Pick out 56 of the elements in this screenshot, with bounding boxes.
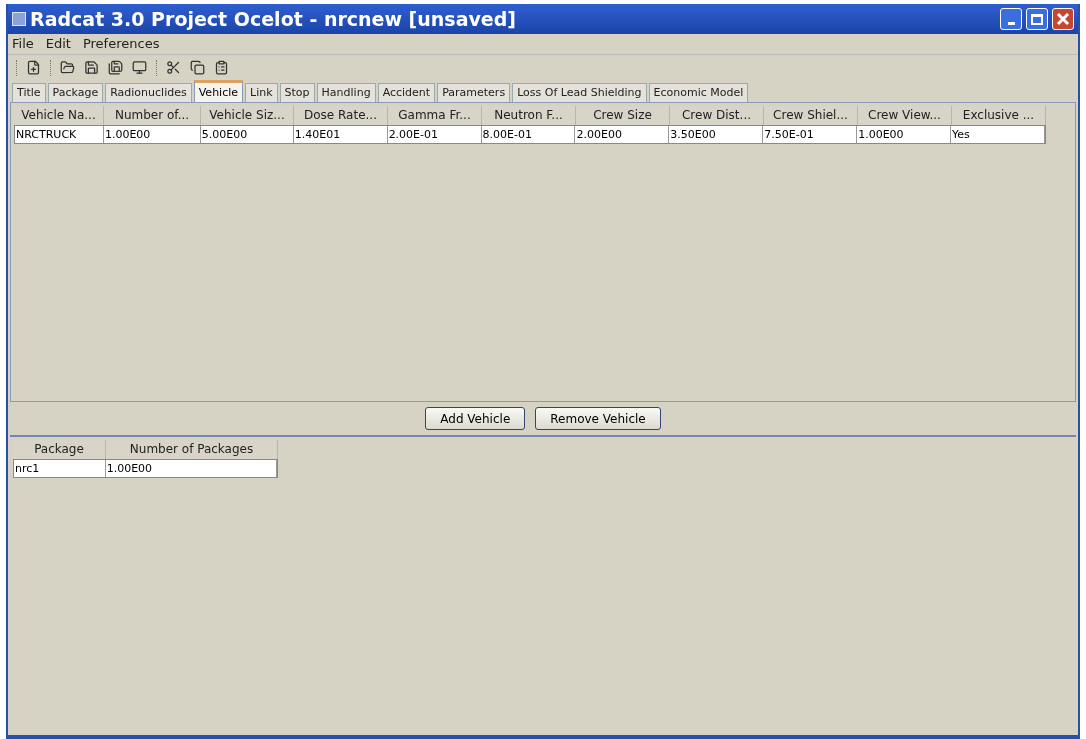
table-cell: Yes <box>951 126 1045 143</box>
table-cell: NRCTRUCK <box>15 126 104 143</box>
table-cell: 3.50E00 <box>669 126 764 143</box>
table-cell: 2.00E00 <box>575 126 670 143</box>
column-header[interactable]: Vehicle Siz... <box>201 106 294 125</box>
tab[interactable]: Economic Model <box>648 83 749 102</box>
minimize-button[interactable] <box>1000 8 1022 30</box>
column-header[interactable]: Crew View... <box>858 106 952 125</box>
column-header[interactable]: Package <box>13 440 106 459</box>
monitor-icon[interactable] <box>132 60 147 75</box>
app-icon <box>12 12 26 26</box>
tab[interactable]: Title <box>12 83 46 102</box>
tab[interactable]: Accident <box>377 83 436 102</box>
table-cell: 8.00E-01 <box>481 126 576 143</box>
tab[interactable]: Package <box>47 83 104 102</box>
column-header[interactable]: Crew Dist... <box>670 106 764 125</box>
menu-item[interactable]: Edit <box>45 34 71 54</box>
remove-button[interactable]: Remove Vehicle <box>535 407 661 430</box>
tab[interactable]: Stop <box>279 83 315 102</box>
table-cell: 1.00E00 <box>857 126 952 143</box>
table-cell: nrc1 <box>14 460 106 477</box>
folder-icon[interactable] <box>60 60 75 75</box>
column-header[interactable]: Dose Rate... <box>294 106 388 125</box>
column-header[interactable]: Number of... <box>104 106 201 125</box>
column-header[interactable]: Gamma Fr... <box>388 106 482 125</box>
table-cell: 1.40E01 <box>293 126 388 143</box>
column-header[interactable]: Exclusive ... <box>952 106 1046 125</box>
column-header[interactable]: Neutron F... <box>482 106 576 125</box>
table-cell: 1.00E00 <box>103 126 201 143</box>
column-header[interactable]: Vehicle Na... <box>14 106 104 125</box>
tab[interactable]: Handling <box>316 83 376 102</box>
column-header[interactable]: Crew Shiel... <box>764 106 858 125</box>
table-cell: 1.00E00 <box>105 460 277 477</box>
tab[interactable]: Radionuclides <box>105 83 192 102</box>
table-cell: 5.00E00 <box>200 126 294 143</box>
paste-icon[interactable] <box>214 60 229 75</box>
tab[interactable]: Loss Of Lead Shielding <box>512 83 647 102</box>
tab[interactable]: Parameters <box>437 83 511 102</box>
tab[interactable]: Link <box>245 83 278 102</box>
save-icon[interactable] <box>84 60 99 75</box>
maximize-button[interactable] <box>1026 8 1048 30</box>
window-title: Radcat 3.0 Project Ocelot - nrcnew [unsaved] <box>30 6 517 32</box>
cut-icon[interactable] <box>166 60 181 75</box>
menu-item[interactable]: File <box>12 34 34 54</box>
copy-icon[interactable] <box>190 60 205 75</box>
menu-item[interactable]: Preferences <box>82 34 160 54</box>
table-cell: 2.00E-01 <box>387 126 482 143</box>
add-button[interactable]: Add Vehicle <box>425 407 526 430</box>
tab[interactable]: Vehicle <box>193 80 244 102</box>
close-button[interactable] <box>1052 8 1074 30</box>
close-icon <box>1056 12 1070 26</box>
column-header[interactable]: Number of Packages <box>106 440 278 459</box>
new-file-icon[interactable] <box>26 60 41 75</box>
save-all-icon[interactable] <box>108 60 123 75</box>
column-header[interactable]: Crew Size <box>576 106 670 125</box>
table-cell: 7.50E-01 <box>763 126 858 143</box>
